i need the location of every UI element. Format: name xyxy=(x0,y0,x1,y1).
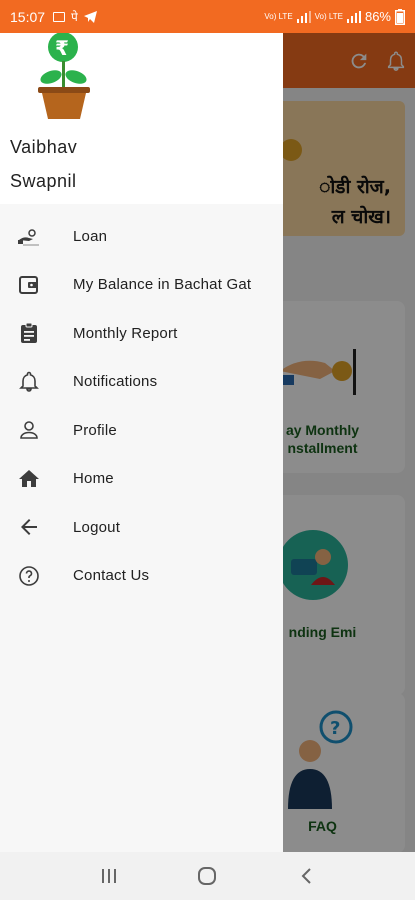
menu-item-contact-us[interactable]: Contact Us xyxy=(0,552,283,601)
rupee-plant-logo: ₹ xyxy=(38,33,90,119)
menu-label-loan: Loan xyxy=(73,227,108,245)
network-label-2: Vo) LTE xyxy=(314,11,343,21)
system-navigation-bar xyxy=(0,852,415,900)
menu-item-notifications[interactable]: Notifications xyxy=(0,358,283,407)
drawer-header: ₹ Vaibhav Swapnil xyxy=(0,33,283,204)
menu-label-profile: Profile xyxy=(73,421,117,439)
arrow-left-icon xyxy=(17,515,41,539)
clipboard-icon xyxy=(17,321,41,345)
bell-icon xyxy=(17,370,41,394)
menu-label-monthly-report: Monthly Report xyxy=(73,324,178,342)
status-notification-icons: पे xyxy=(53,8,97,25)
network-label-1: Vo) LTE xyxy=(264,11,293,21)
menu-item-loan[interactable]: Loan xyxy=(0,212,283,261)
person-icon xyxy=(17,418,41,442)
menu-label-notifications: Notifications xyxy=(73,373,158,391)
menu-item-my-balance[interactable]: My Balance in Bachat Gat xyxy=(0,261,283,310)
menu-item-profile[interactable]: Profile xyxy=(0,406,283,455)
status-right-group: Vo) LTE Vo) LTE 86% xyxy=(264,8,405,25)
wallet-icon xyxy=(17,273,41,297)
back-button[interactable] xyxy=(286,856,326,896)
help-circle-icon xyxy=(17,564,41,588)
menu-item-monthly-report[interactable]: Monthly Report xyxy=(0,309,283,358)
home-icon xyxy=(17,467,41,491)
telegram-icon xyxy=(83,10,97,23)
user-first-name: Vaibhav xyxy=(10,137,78,157)
navigation-drawer: ₹ Vaibhav Swapnil Loan My Balance in Bac… xyxy=(0,33,283,852)
menu-label-contact-us: Contact Us xyxy=(73,567,150,585)
carrier-glyph: पे xyxy=(71,10,78,24)
signal-icon-2 xyxy=(346,10,361,23)
menu-item-home[interactable]: Home xyxy=(0,455,283,504)
home-circle-icon xyxy=(198,867,217,885)
menu-label-logout: Logout xyxy=(73,518,121,536)
battery-icon xyxy=(395,8,405,25)
menu-item-logout[interactable]: Logout xyxy=(0,503,283,552)
loan-hand-icon xyxy=(17,224,41,248)
status-bar: 15:07 पे Vo) LTE Vo) LTE 86% xyxy=(0,0,415,33)
signal-icon xyxy=(296,10,311,23)
battery-percent: 86% xyxy=(364,9,391,24)
drawer-menu: Loan My Balance in Bachat Gat Monthly Re… xyxy=(0,212,283,600)
recent-apps-button[interactable] xyxy=(89,856,129,896)
status-time: 15:07 xyxy=(10,8,46,25)
back-chevron-icon xyxy=(301,868,311,884)
recent-apps-icon xyxy=(102,869,117,883)
menu-label-my-balance: My Balance in Bachat Gat xyxy=(73,276,252,294)
home-button[interactable] xyxy=(187,856,227,896)
user-last-name: Swapnil xyxy=(10,171,77,191)
menu-label-home: Home xyxy=(73,470,114,488)
gallery-icon xyxy=(53,11,66,22)
svg-text:₹: ₹ xyxy=(55,36,69,60)
